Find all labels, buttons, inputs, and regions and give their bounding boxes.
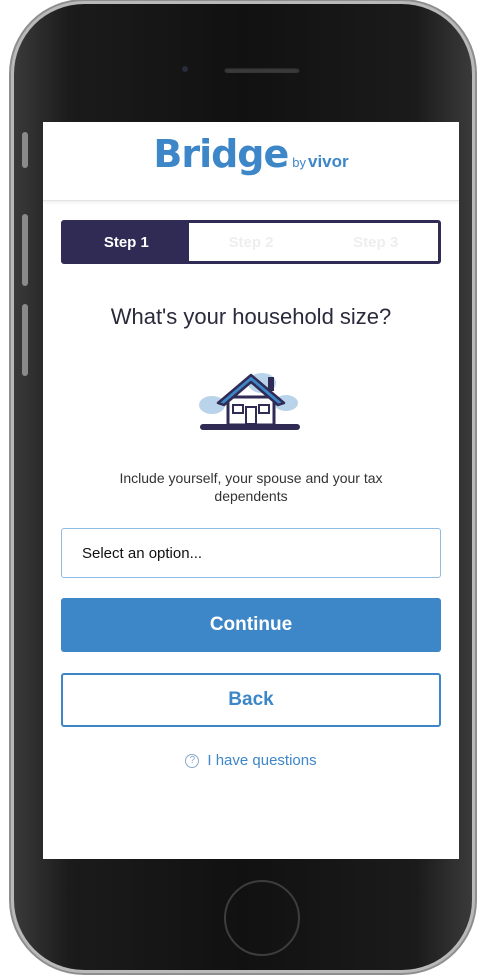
app-screen: Bridge by vivor Step 1 Step 2 Step 3 What'… [43, 122, 459, 859]
brand-logo: Bridge by vivor [43, 132, 459, 176]
brand-by: by [292, 155, 306, 170]
help-label: I have questions [207, 752, 317, 769]
household-size-select[interactable]: Select an option... [61, 528, 441, 578]
house-icon [199, 373, 300, 430]
mute-switch [22, 132, 28, 168]
help-link[interactable]: ? I have questions [43, 752, 459, 769]
volume-down-button [22, 304, 28, 376]
question-circle-icon: ? [185, 753, 200, 768]
app-header: Bridge by vivor [43, 122, 459, 201]
step-1: Step 1 [64, 223, 189, 261]
volume-up-button [22, 214, 28, 286]
front-camera [180, 64, 190, 74]
step-2: Step 2 [228, 233, 274, 251]
brand-sub: vivor [308, 152, 349, 171]
brand-name: Bridge [153, 132, 289, 176]
step-3: Step 3 [353, 233, 399, 251]
question-title: What's your household size? [110, 304, 392, 329]
earpiece-speaker [224, 67, 300, 73]
back-button[interactable]: Back [61, 673, 441, 727]
home-button[interactable] [224, 880, 300, 956]
step-progress: Step 1 Step 2 Step 3 [61, 220, 441, 264]
continue-button[interactable]: Continue [61, 598, 441, 652]
question-hint: Include yourself, your spouse and your t… [119, 470, 383, 504]
